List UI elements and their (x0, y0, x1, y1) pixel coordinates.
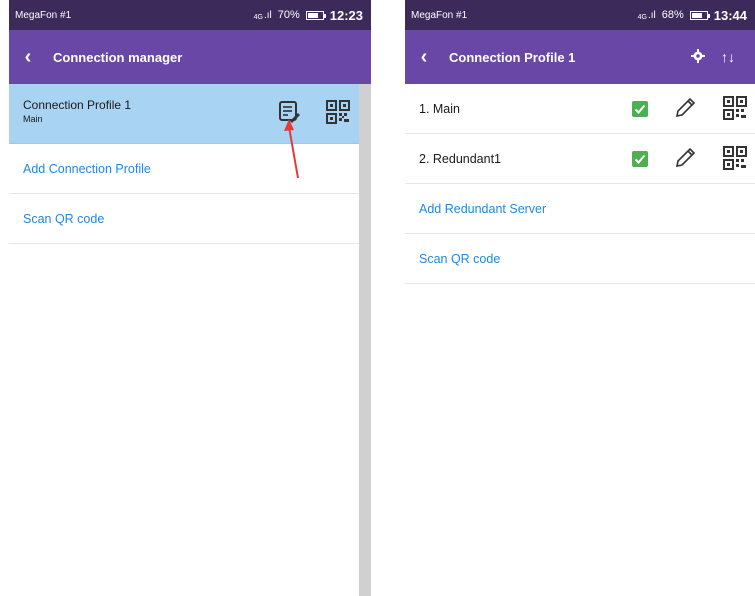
clock: 13:44 (713, 7, 747, 23)
signal-icon: 4G .ıl (253, 9, 272, 21)
enabled-checkbox[interactable] (632, 151, 648, 167)
sort-icon[interactable]: ↑↓ (713, 49, 743, 65)
profile-name: Connection Profile 1 (23, 98, 132, 112)
settings-gear-icon[interactable] (683, 48, 713, 66)
signal-icon: 4G .ıl (637, 9, 656, 21)
back-icon[interactable]: ‹ (417, 46, 431, 69)
edit-pencil-icon[interactable] (673, 146, 697, 170)
page-title: Connection manager (53, 49, 183, 65)
scan-qr-code-link[interactable]: Scan QR code (9, 194, 371, 244)
connection-manager-screen: MegaFon #1 4G .ıl 70% 12:23 ‹ Connection … (9, 0, 371, 596)
connection-profile-screen: MegaFon #1 4G .ıl 68% 13:44 ‹ Connection … (405, 0, 755, 596)
edit-pencil-icon[interactable] (673, 96, 697, 120)
network-type: 4G (637, 13, 647, 21)
clock: 12:23 (329, 7, 363, 23)
edit-profile-icon[interactable] (278, 100, 300, 124)
status-indicators: 4G .ıl 68% 13:44 (638, 8, 747, 23)
add-redundant-server-link[interactable]: Add Redundant Server (405, 184, 755, 234)
app-bar: ‹ Connection Profile 1 ↑↓ (405, 30, 755, 84)
battery-icon (305, 10, 326, 20)
carrier-name: MegaFon #1 (411, 9, 468, 21)
qr-code-icon[interactable] (326, 100, 350, 124)
server-name: 1. Main (419, 101, 460, 116)
battery-percent: 68% (661, 9, 684, 21)
server-item-main[interactable]: 1. Main (405, 84, 755, 134)
scrollbar[interactable] (359, 84, 371, 596)
qr-code-icon[interactable] (723, 146, 747, 170)
battery-icon (689, 10, 710, 20)
status-bar: MegaFon #1 4G .ıl 70% 12:23 (9, 0, 371, 30)
network-type: 4G (253, 13, 263, 21)
page-title: Connection Profile 1 (449, 49, 576, 65)
add-connection-profile-link[interactable]: Add Connection Profile (9, 144, 371, 194)
back-icon[interactable]: ‹ (21, 46, 35, 69)
profile-subtitle: Main (23, 114, 43, 124)
carrier-name: MegaFon #1 (15, 9, 72, 21)
server-name: 2. Redundant1 (419, 151, 502, 166)
scan-qr-code-link[interactable]: Scan QR code (405, 234, 755, 284)
enabled-checkbox[interactable] (632, 101, 648, 117)
qr-code-icon[interactable] (723, 96, 747, 120)
battery-percent: 70% (277, 9, 300, 21)
app-bar: ‹ Connection manager (9, 30, 371, 84)
server-item-redundant[interactable]: 2. Redundant1 (405, 134, 755, 184)
connection-profile-item[interactable]: Connection Profile 1 Main (9, 84, 371, 144)
status-indicators: 4G .ıl 70% 12:23 (254, 8, 363, 23)
status-bar: MegaFon #1 4G .ıl 68% 13:44 (405, 0, 755, 30)
